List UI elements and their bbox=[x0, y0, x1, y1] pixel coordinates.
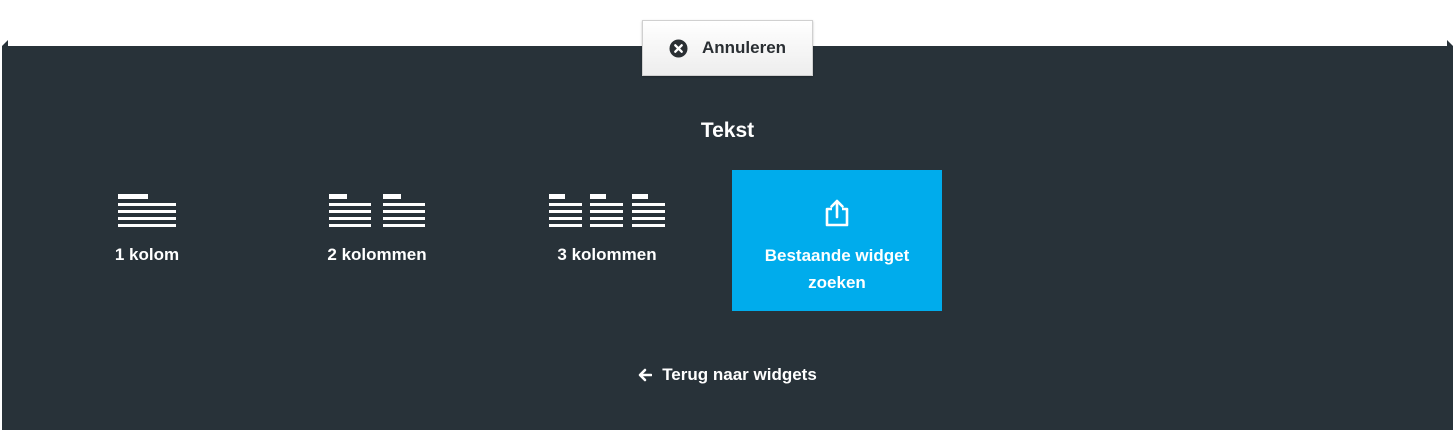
back-to-widgets-link[interactable]: Terug naar widgets bbox=[0, 365, 1455, 385]
close-circle-icon bbox=[669, 39, 688, 58]
arrow-left-icon bbox=[638, 368, 653, 382]
option-3-columns[interactable]: 3 kolommen bbox=[537, 185, 677, 275]
option-2-columns-label: 2 kolommen bbox=[327, 245, 427, 264]
section-title: Tekst bbox=[700, 119, 755, 142]
cancel-button[interactable]: Annuleren bbox=[642, 20, 813, 76]
two-column-text-icon bbox=[329, 194, 425, 227]
option-existing-widget-label: Bestaande widget zoeken bbox=[764, 246, 910, 292]
option-1-column[interactable]: 1 kolom bbox=[92, 185, 202, 275]
share-export-icon bbox=[825, 199, 849, 227]
cancel-button-label: Annuleren bbox=[701, 38, 787, 57]
three-column-text-icon bbox=[549, 194, 665, 227]
widget-picker-stage: Annuleren Tekst 1 kolom 2 kolommen 3 kol… bbox=[0, 0, 1455, 430]
one-column-text-icon bbox=[118, 194, 176, 227]
option-3-columns-label: 3 kolommen bbox=[557, 245, 657, 264]
option-existing-widget[interactable]: Bestaande widget zoeken bbox=[732, 170, 942, 311]
option-2-columns[interactable]: 2 kolommen bbox=[312, 185, 442, 275]
option-1-column-label: 1 kolom bbox=[114, 245, 180, 264]
back-to-widgets-label: Terug naar widgets bbox=[662, 365, 817, 384]
